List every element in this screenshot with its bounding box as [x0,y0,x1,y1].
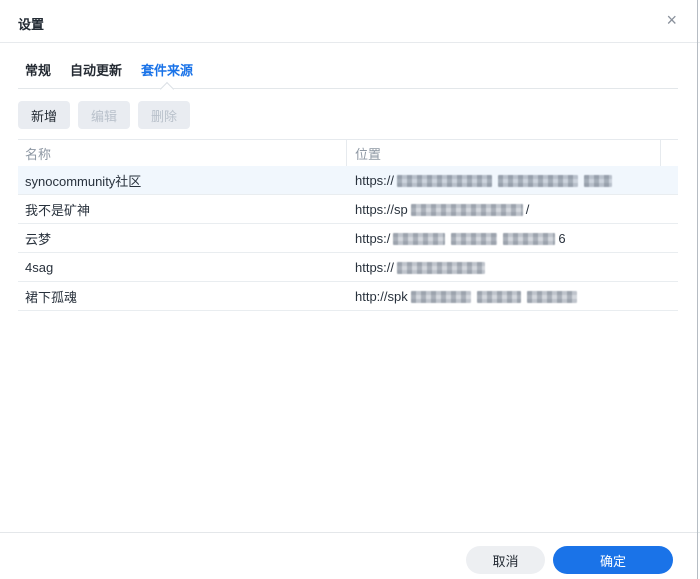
settings-dialog: 设置 × 常规 自动更新 套件来源 新增 编辑 删除 名称 位置 synocom… [0,0,700,579]
redacted-url-segment [394,173,615,188]
tab-divider [18,88,678,89]
redacted-url-segment [408,289,580,304]
edit-button[interactable]: 编辑 [78,101,130,129]
close-icon[interactable]: × [666,11,677,29]
source-url: https:// [346,173,678,188]
ok-button[interactable]: 确定 [553,546,673,574]
source-name: 裙下孤魂 [25,289,78,305]
redacted-url-segment [394,260,488,275]
table-row[interactable]: 4sag https:// [18,253,678,282]
dialog-title: 设置 [18,17,45,32]
table-header: 名称 位置 [18,139,678,167]
tab-bar: 常规 自动更新 套件来源 [25,62,193,80]
redacted-url-segment [390,231,558,246]
source-url: https:// [346,260,678,275]
table-row[interactable]: 我不是矿神 https://sp / [18,195,678,224]
table-row[interactable]: 云梦 https:/6 [18,224,678,253]
titlebar-divider [0,42,700,43]
source-name: 4sag [25,259,54,275]
table-row[interactable]: 裙下孤魂 http://spk [18,282,678,311]
source-url: http://spk [346,289,678,304]
source-name: synocommunity社区 [25,173,142,189]
delete-button[interactable]: 删除 [138,101,190,129]
tab-general[interactable]: 常规 [25,62,51,80]
column-header-location[interactable]: 位置 [355,144,381,163]
source-url: https://sp / [355,201,530,217]
column-header-name[interactable]: 名称 [25,144,51,163]
redacted-url-segment [408,202,526,217]
dialog-right-border [697,0,698,579]
tab-auto-update[interactable]: 自动更新 [70,62,122,80]
toolbar: 新增 编辑 删除 [18,101,190,129]
source-name: 我不是矿神 [25,202,91,218]
column-separator [660,140,661,166]
source-url: https:/6 [355,230,566,246]
table-row[interactable]: synocommunity社区 https:// [18,166,678,195]
active-tab-caret [159,81,175,97]
add-button[interactable]: 新增 [18,101,70,129]
tab-package-sources[interactable]: 套件来源 [141,62,193,80]
source-name: 云梦 [25,231,52,247]
footer-divider [0,532,700,533]
column-separator [346,140,347,166]
package-source-table: synocommunity社区 https:// 我不是矿神 https://s… [18,166,678,311]
cancel-button[interactable]: 取消 [466,546,545,574]
